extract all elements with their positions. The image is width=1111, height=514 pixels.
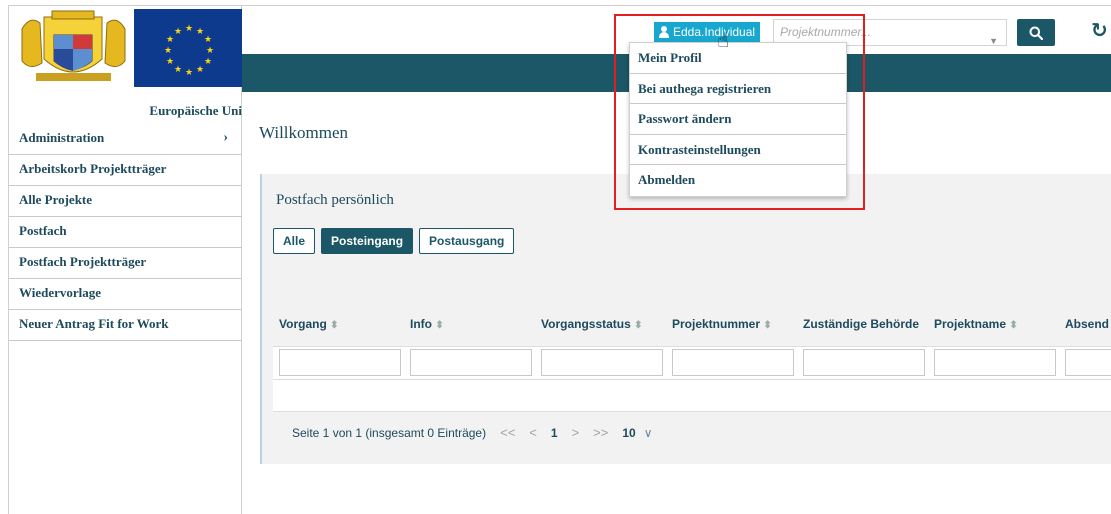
search-button[interactable] — [1017, 19, 1055, 46]
page-title: Willkommen — [259, 123, 349, 142]
svg-text:★: ★ — [174, 65, 182, 75]
sort-icon: ⬍ — [763, 320, 772, 331]
svg-text:★: ★ — [185, 24, 193, 34]
column-header-info[interactable]: Info ⬍ — [404, 305, 535, 345]
sidebar-item-label: Neuer Antrag Fit for Work — [19, 316, 169, 331]
filter-vorgang-input[interactable] — [279, 349, 401, 376]
svg-text:★: ★ — [196, 65, 204, 75]
chevron-down-icon: ▼ — [989, 36, 998, 46]
sidebar-item-postfach-projekttraeger[interactable]: Postfach Projektträger — [9, 248, 242, 279]
svg-text:★: ★ — [164, 46, 172, 56]
pagination: Seite 1 von 1 (insgesamt 0 Einträge) << … — [292, 425, 653, 440]
table-header: Vorgang ⬍ Info ⬍ Vorgangsstatus ⬍ Projek… — [273, 305, 1111, 345]
filter-projektname-input[interactable] — [934, 349, 1056, 376]
filter-inbox-button[interactable]: Posteingang — [321, 228, 414, 254]
inbox-filter-group: Alle Posteingang Postausgang — [273, 228, 515, 254]
filter-outbox-button[interactable]: Postausgang — [419, 228, 515, 254]
svg-text:★: ★ — [206, 46, 214, 56]
filter-behoerde-input[interactable] — [803, 349, 925, 376]
sidebar: ★ ★ ★ ★ ★ ★ ★ ★ ★ ★ ★ ★ Europäische Uni Administ… — [9, 6, 242, 514]
prev-page-icon[interactable]: < — [529, 425, 537, 440]
sidebar-item-label: Postfach Projektträger — [19, 254, 147, 269]
eu-label: Europäische Uni — [149, 103, 242, 118]
sidebar-item-label: Alle Projekte — [19, 192, 93, 207]
sidebar-item-label: Administration — [19, 130, 105, 145]
sidebar-item-postfach[interactable]: Postfach — [9, 217, 242, 248]
filter-vorgangsstatus-input[interactable] — [541, 349, 663, 376]
filter-absender-input[interactable] — [1065, 349, 1111, 376]
column-header-projektnummer[interactable]: Projektnummer ⬍ — [666, 305, 797, 345]
column-header-behoerde[interactable]: Zuständige Behörde — [797, 305, 928, 345]
pagination-summary: Seite 1 von 1 (insgesamt 0 Einträge) — [292, 425, 487, 440]
filter-all-button[interactable]: Alle — [273, 228, 316, 254]
column-header-projektname[interactable]: Projektname ⬍ — [928, 305, 1059, 345]
page-size-select[interactable]: 10 ∨ — [622, 426, 652, 440]
card-title: Postfach persönlich — [276, 192, 394, 208]
page-number[interactable]: 1 — [551, 426, 558, 440]
sort-icon: ⬍ — [435, 320, 444, 331]
column-header-absender[interactable]: Absend — [1059, 305, 1111, 345]
sidebar-item-neuer-antrag[interactable]: Neuer Antrag Fit for Work — [9, 310, 242, 341]
filter-info-input[interactable] — [410, 349, 532, 376]
chevron-right-icon: › — [223, 130, 228, 145]
column-header-vorgang[interactable]: Vorgang ⬍ — [273, 305, 404, 345]
svg-text:★: ★ — [204, 57, 212, 67]
svg-text:★: ★ — [174, 27, 182, 37]
app-frame: ★ ★ ★ ★ ★ ★ ★ ★ ★ ★ ★ ★ Europäische Uni Administ… — [8, 5, 1111, 514]
sort-icon: ⬍ — [634, 320, 643, 331]
svg-text:★: ★ — [196, 27, 204, 37]
sidebar-item-label: Arbeitskorb Projektträger — [19, 161, 167, 176]
column-filter-row — [273, 346, 1111, 379]
svg-text:★: ★ — [204, 35, 212, 45]
logo-area: ★ ★ ★ ★ ★ ★ ★ ★ ★ ★ ★ ★ Europäische Uni — [9, 6, 242, 118]
inbox-table: Vorgang ⬍ Info ⬍ Vorgangsstatus ⬍ Projek… — [273, 305, 1111, 413]
next-page-icon[interactable]: > — [572, 425, 580, 440]
search-icon — [1029, 26, 1043, 40]
refresh-icon[interactable]: ↻ — [1091, 18, 1108, 42]
hand-cursor-icon: ☝ — [717, 28, 730, 52]
column-header-vorgangsstatus[interactable]: Vorgangsstatus ⬍ — [535, 305, 666, 345]
filter-projektnummer-input[interactable] — [672, 349, 794, 376]
svg-text:★: ★ — [185, 68, 193, 78]
svg-text:★: ★ — [166, 57, 174, 67]
sidebar-item-administration[interactable]: Administration › — [9, 124, 242, 155]
sort-icon: ⬍ — [1009, 320, 1018, 331]
table-row — [273, 379, 1111, 412]
sidebar-item-label: Postfach — [19, 223, 67, 238]
sidebar-nav: Administration › Arbeitskorb Projektträge… — [9, 124, 242, 341]
eu-flag-logo: ★ ★★ ★★★ ★★★ ★★★ — [134, 9, 242, 87]
svg-text:★: ★ — [166, 35, 174, 45]
inbox-card: Postfach persönlich Alle Posteingang Pos… — [260, 174, 1111, 464]
annotation-highlight-box — [614, 14, 865, 210]
sidebar-item-label: Wiedervorlage — [19, 285, 102, 300]
chevron-down-icon: ∨ — [643, 425, 653, 440]
sidebar-item-alle-projekte[interactable]: Alle Projekte — [9, 186, 242, 217]
sidebar-item-arbeitskorb[interactable]: Arbeitskorb Projektträger — [9, 155, 242, 186]
last-page-icon[interactable]: >> — [593, 425, 608, 440]
page-size-value: 10 — [622, 425, 636, 440]
sidebar-item-wiedervorlage[interactable]: Wiedervorlage — [9, 279, 242, 310]
first-page-icon[interactable]: << — [500, 425, 515, 440]
sort-icon: ⬍ — [330, 320, 339, 331]
bavarian-coat-of-arms-logo — [16, 9, 131, 87]
